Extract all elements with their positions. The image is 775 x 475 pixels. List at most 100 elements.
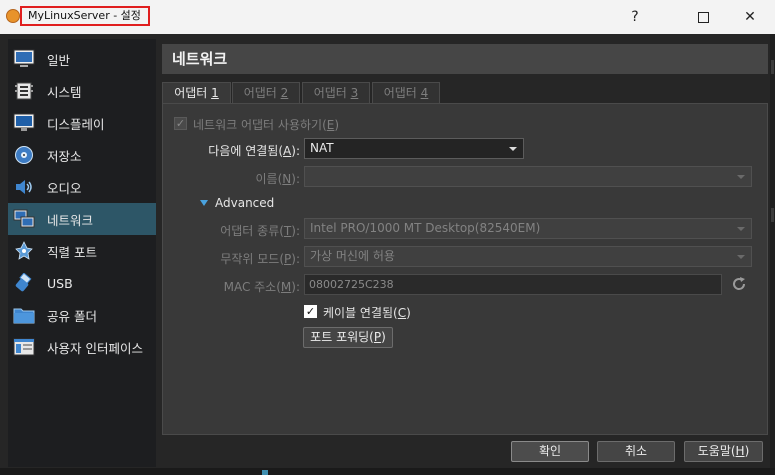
help-button[interactable]: 도움말(H) [684, 441, 763, 462]
settings-sidebar: 일반 시스템 디스플레이 저장소 오디오 네트워크 직렬 포트 USB 공유 폴… [8, 39, 156, 467]
maximize-icon [697, 11, 709, 23]
user-interface-icon [13, 336, 35, 358]
tab-number: 3 [350, 86, 359, 100]
sidebar-item-label: 저장소 [47, 148, 82, 164]
network-icon [13, 208, 35, 230]
cancel-button[interactable]: 취소 [597, 441, 675, 462]
sidebar-item-label: 디스플레이 [47, 116, 105, 132]
page-title: 네트워크 [162, 44, 768, 74]
mac-suffix: ): [291, 280, 300, 294]
general-icon [13, 48, 35, 70]
maximize-button[interactable] [680, 0, 726, 34]
mac-address-label: MAC 주소(M): [183, 278, 300, 295]
adapter-type-label: 어댑터 종류(T): [183, 222, 300, 239]
sidebar-item-label: 직렬 포트 [47, 244, 97, 260]
refresh-mac-button[interactable] [731, 276, 747, 292]
adapter-type-suffix: ): [291, 224, 300, 238]
cable-text: 케이블 연결됨( [323, 306, 398, 320]
ok-button[interactable]: 확인 [511, 441, 589, 462]
tab-adapter-3[interactable]: 어댑터 3 [302, 82, 370, 104]
port-forwarding-suffix: ) [381, 330, 386, 344]
sidebar-item-label: 오디오 [47, 180, 82, 196]
adapter-type-text: 어댑터 종류( [220, 224, 284, 238]
sidebar-item-label: 일반 [47, 52, 71, 68]
tab-adapter-1[interactable]: 어댑터 1 [162, 82, 231, 104]
mac-text: MAC 주소( [223, 280, 281, 294]
close-window-button[interactable]: ✕ [727, 0, 773, 34]
chevron-down-icon [737, 227, 745, 231]
attached-to-value: NAT [310, 141, 334, 155]
name-text: 이름( [255, 172, 283, 186]
tab-label: 어댑터 [174, 86, 212, 100]
name-label: 이름(N): [183, 170, 300, 187]
refresh-icon [733, 277, 746, 290]
sidebar-item-storage[interactable]: 저장소 [8, 139, 156, 171]
audio-icon [13, 176, 35, 198]
tab-adapter-4[interactable]: 어댑터 4 [372, 82, 440, 104]
advanced-toggle[interactable]: Advanced [199, 196, 274, 210]
promiscuous-mode-select[interactable]: 가상 머신에 허용 [304, 246, 752, 267]
promiscuous-mode-label: 무작위 모드(P): [183, 250, 300, 267]
port-forwarding-text: 포트 포워딩( [310, 330, 374, 344]
help-window-button[interactable]: ? [612, 0, 658, 34]
window-edge [770, 34, 775, 468]
mac-address-field[interactable]: 08002725C238 [304, 274, 722, 295]
name-suffix: ): [291, 172, 300, 186]
help-key: H [735, 444, 745, 458]
tab-number: 4 [420, 86, 429, 100]
name-key: N [282, 172, 292, 186]
sidebar-item-shared-folders[interactable]: 공유 폴더 [8, 299, 156, 331]
sidebar-item-usb[interactable]: USB [8, 267, 156, 299]
promiscuous-text: 무작위 모드( [220, 252, 285, 266]
virtualbox-app-icon [6, 9, 20, 23]
sidebar-item-label: USB [47, 275, 73, 291]
sidebar-item-network[interactable]: 네트워크 [8, 203, 156, 235]
tab-number: 1 [211, 86, 219, 100]
chevron-down-icon [737, 175, 745, 179]
tab-number: 2 [280, 86, 289, 100]
help-text: 도움말( [697, 444, 736, 458]
help-suffix: ) [744, 444, 750, 458]
sidebar-item-general[interactable]: 일반 [8, 43, 156, 75]
tab-label: 어댑터 [243, 86, 281, 100]
cable-connected-checkbox[interactable]: ✓ [304, 305, 317, 318]
tab-label: 어댑터 [313, 86, 351, 100]
adapter-type-select[interactable]: Intel PRO/1000 MT Desktop(82540EM) [304, 218, 752, 239]
attached-to-label: 다음에 연결됨(A): [183, 142, 300, 159]
bottom-edge [0, 468, 775, 475]
tab-label: 어댑터 [383, 86, 421, 100]
taskbar-fragment [262, 470, 268, 475]
storage-icon [13, 144, 35, 166]
cable-suffix: ) [406, 306, 411, 320]
sidebar-item-label: 네트워크 [47, 212, 94, 228]
system-icon [13, 80, 35, 102]
attached-to-text: 다음에 연결됨( [208, 144, 284, 158]
cable-connected-label: 케이블 연결됨(C) [323, 304, 411, 321]
display-icon [13, 112, 35, 134]
chevron-down-icon [509, 147, 517, 151]
sidebar-item-system[interactable]: 시스템 [8, 75, 156, 107]
mac-key: M [280, 280, 292, 294]
port-forwarding-button[interactable]: 포트 포워딩(P) [303, 327, 393, 348]
tab-adapter-2[interactable]: 어댑터 2 [232, 82, 300, 104]
chevron-down-icon [737, 255, 745, 259]
title-bar: MyLinuxServer - 설정 ? ✕ [0, 0, 775, 34]
cable-key: C [397, 306, 407, 320]
name-select[interactable] [304, 166, 752, 187]
promiscuous-value: 가상 머신에 허용 [310, 249, 395, 263]
sidebar-item-serial-port[interactable]: 직렬 포트 [8, 235, 156, 267]
enable-adapter-text: 네트워크 어댑터 사용하기( [193, 118, 327, 132]
sidebar-item-display[interactable]: 디스플레이 [8, 107, 156, 139]
enable-adapter-label: 네트워크 어댑터 사용하기(E) [193, 116, 339, 133]
attached-to-select[interactable]: NAT [304, 138, 524, 159]
sidebar-item-label: 공유 폴더 [47, 308, 97, 324]
edge-mark [771, 208, 774, 222]
shared-folder-icon [13, 304, 35, 326]
adapter-type-value: Intel PRO/1000 MT Desktop(82540EM) [310, 221, 541, 235]
sidebar-item-audio[interactable]: 오디오 [8, 171, 156, 203]
window-title: MyLinuxServer - 설정 [20, 6, 150, 26]
sidebar-item-user-interface[interactable]: 사용자 인터페이스 [8, 331, 156, 363]
enable-adapter-checkbox[interactable]: ✓ [174, 117, 187, 130]
usb-icon [13, 272, 35, 294]
sidebar-item-label: 사용자 인터페이스 [47, 340, 143, 356]
